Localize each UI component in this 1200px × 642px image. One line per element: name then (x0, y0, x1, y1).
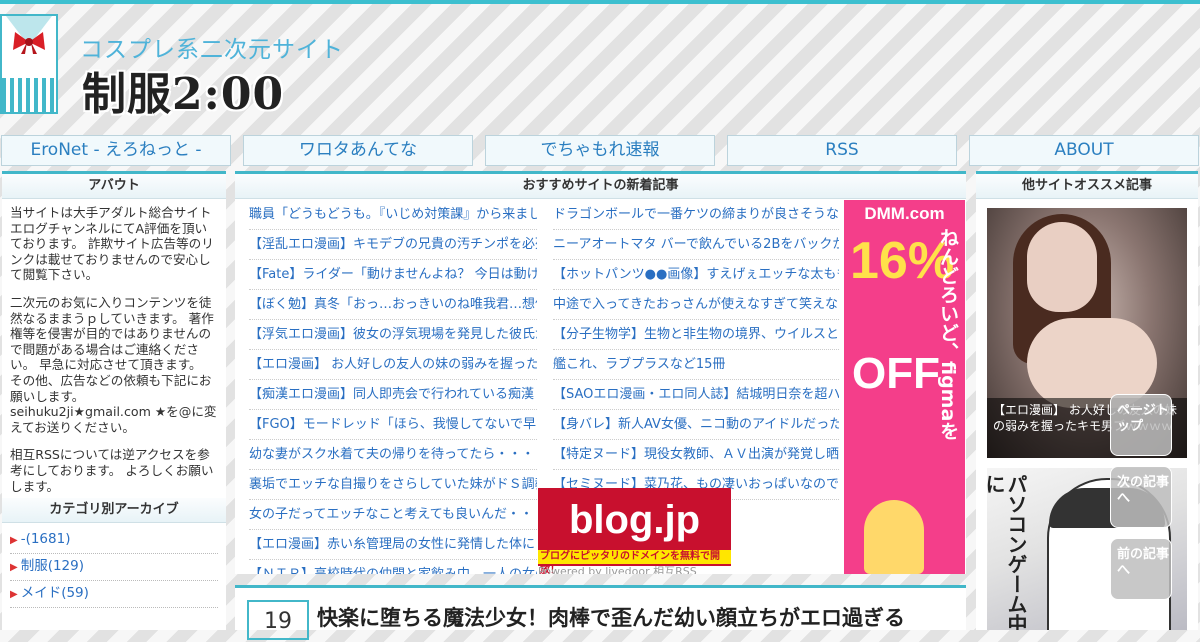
feed-link[interactable]: 【淫乱エロ漫画】キモデブの兄貴の汚チンポを必死に (249, 230, 537, 260)
dmm-discount-percent: 16% (850, 232, 955, 290)
category-item[interactable]: ▶ 制服(129) (10, 554, 218, 582)
illustration-face (1027, 222, 1097, 312)
feed-link[interactable]: 【エロ漫画】 お人好しの友人の妹の弱みを握った (249, 350, 537, 380)
feed-link[interactable]: 幼な妻がスク水着て夫の帰りを待ってたら・・・ (249, 440, 537, 470)
feed-link[interactable]: 【ＮＴＲ】高校時代の仲間と家飲み中、一人の女の (249, 560, 537, 574)
dmm-logo: DMM.com (844, 200, 965, 226)
dmm-vertical-text: ねんどろいど、figmaを (937, 228, 959, 441)
dmm-off-text: OFF (852, 349, 940, 398)
article-date: 19 (247, 600, 309, 640)
about-paragraph: 当サイトは大手アダルト総合サイトエログチャンネルにてA評価を頂いております。 詐… (10, 205, 214, 283)
ribbon-bow-icon (13, 32, 45, 54)
feed-link[interactable]: ドラゴンボールで一番ケツの締まりが良さそうな女 (553, 200, 839, 230)
blog-jp-tagline: ブログにピッタリのドメインを無料で開放！ (538, 550, 731, 574)
feed-link[interactable]: 艦これ、ラブプラスなど15冊 (553, 350, 839, 380)
site-title[interactable]: 制服2:00 (82, 58, 284, 122)
left-sidebar: アバウト 当サイトは大手アダルト総合サイトエログチャンネルにてA評価を頂いており… (2, 171, 226, 630)
bullet-triangle-icon: ▶ (10, 535, 18, 547)
category-item[interactable]: ▶ メイド(59) (10, 581, 218, 609)
next-article-button[interactable]: 次の記事へ (1110, 466, 1172, 528)
nav-eronet[interactable]: EroNet - えろねっと - (1, 135, 231, 166)
feed-link[interactable]: 【身バレ】新人AV女優、ニコ動のアイドルだった (553, 410, 839, 440)
figure-character-image (864, 500, 924, 574)
powered-by: Powered by livedoor 相互RSS (538, 566, 697, 574)
feed-link[interactable]: 【ホットパンツ●●画像】すえげぇエッチな太ももを (553, 260, 839, 290)
top-accent-line (0, 0, 1200, 4)
prev-article-button[interactable]: 前の記事へ (1110, 538, 1172, 600)
category-heading: カテゴリ別アーカイブ (2, 498, 226, 524)
recommended-feed: おすすめサイトの新着記事 職員「どうもどうも。『いじめ対策課』から来ました 【淫… (235, 171, 966, 574)
feed-link[interactable]: 【エロ漫画】赤い糸管理局の女性に発情した体に (249, 530, 537, 560)
bullet-triangle-icon: ▶ (10, 589, 18, 601)
feed-link[interactable]: 職員「どうもどうも。『いじめ対策課』から来ました (249, 200, 537, 230)
feed-link[interactable]: 【Fate】ライダー「動けませんよね？ 今日は動けな (249, 260, 537, 290)
category-label: メイド(59) (20, 585, 89, 602)
feed-link[interactable]: 【特定ヌード】現役女教師、ＡＶ出演が発覚し晒さ (553, 440, 839, 470)
other-sites-heading: 他サイトオススメ記事 (976, 174, 1198, 199)
about-text: 当サイトは大手アダルト総合サイトエログチャンネルにてA評価を頂いております。 詐… (2, 199, 226, 494)
category-item[interactable]: ▶ -(1681) (10, 527, 218, 555)
feed-link[interactable]: ニーアオートマタ バーで飲んでいる2Bをバックから (553, 230, 839, 260)
feed-link[interactable]: 中途で入ってきたおっさんが使えなすぎて笑えない (553, 290, 839, 320)
feed-heading: おすすめサイトの新着記事 (235, 174, 966, 199)
nav-warota-antenna[interactable]: ワロタあんてな (243, 135, 473, 166)
about-paragraph: 相互RSSについては逆アクセスを参考にしております。 よろしくお願いします。 (10, 447, 214, 494)
feed-column-1: 職員「どうもどうも。『いじめ対策課』から来ました 【淫乱エロ漫画】キモデブの兄貴… (249, 200, 537, 574)
feed-link[interactable]: 【浮気エロ漫画】彼女の浮気現場を発見した彼氏が (249, 320, 537, 350)
feed-link[interactable]: 【分子生物学】生物と非生物の境界、ウイルスとは (553, 320, 839, 350)
feed-link[interactable]: 【ぼく勉】真冬「おっ…おっきいのね唯我君…想像 (249, 290, 537, 320)
manga-title-text: パソコンゲーム中に (987, 474, 1028, 630)
feed-column-2: ドラゴンボールで一番ケツの締まりが良さそうな女 ニーアオートマタ バーで飲んでい… (553, 200, 839, 500)
category-label: 制服(129) (20, 558, 85, 575)
dmm-banner-ad[interactable]: DMM.com 16% OFF ねんどろいど、figmaを (844, 200, 965, 574)
feed-link[interactable]: 【SAOエロ漫画・エロ同人誌】結城明日奈を超ハー (553, 380, 839, 410)
site-logo[interactable] (0, 14, 58, 114)
article-title[interactable]: 快楽に堕ちる魔法少女！肉棒で歪んだ幼い顔立ちがエロ過ぎる (317, 602, 905, 632)
page-top-button[interactable]: ページトップ (1110, 394, 1172, 456)
category-list: ▶ -(1681) ▶ 制服(129) ▶ メイド(59) (2, 523, 226, 609)
article-header: 19 快楽に堕ちる魔法少女！肉棒で歪んだ幼い顔立ちがエロ過ぎる (235, 585, 966, 640)
nav-dechamore[interactable]: でちゃもれ速報 (485, 135, 715, 166)
bullet-triangle-icon: ▶ (10, 562, 18, 574)
nav-about[interactable]: ABOUT (969, 135, 1199, 166)
about-paragraph: 二次元のお気に入りコンテンツを徒然なるままうｐしていきます。 著作権等を侵害が目… (10, 294, 217, 435)
feed-link[interactable]: 【FGO】モードレッド「ほら、我慢してないで早く (249, 410, 537, 440)
feed-link[interactable]: 女の子だってエッチなこと考えても良いんだ・・・ (249, 500, 537, 530)
feed-link[interactable]: 【痴漢エロ漫画】同人即売会で行われている痴漢 (249, 380, 537, 410)
logo-stripes (2, 78, 56, 112)
nav-rss[interactable]: RSS (727, 135, 957, 166)
feed-link[interactable]: 裏垢でエッチな自撮りをさらしていた妹がドＳ調教 (249, 470, 537, 500)
blog-jp-ad[interactable]: blog.jp ブログにピッタリのドメインを無料で開放！ (538, 488, 731, 574)
about-heading: アバウト (2, 174, 226, 199)
blog-jp-logo: blog.jp (568, 498, 701, 542)
category-label: -(1681) (20, 531, 71, 548)
